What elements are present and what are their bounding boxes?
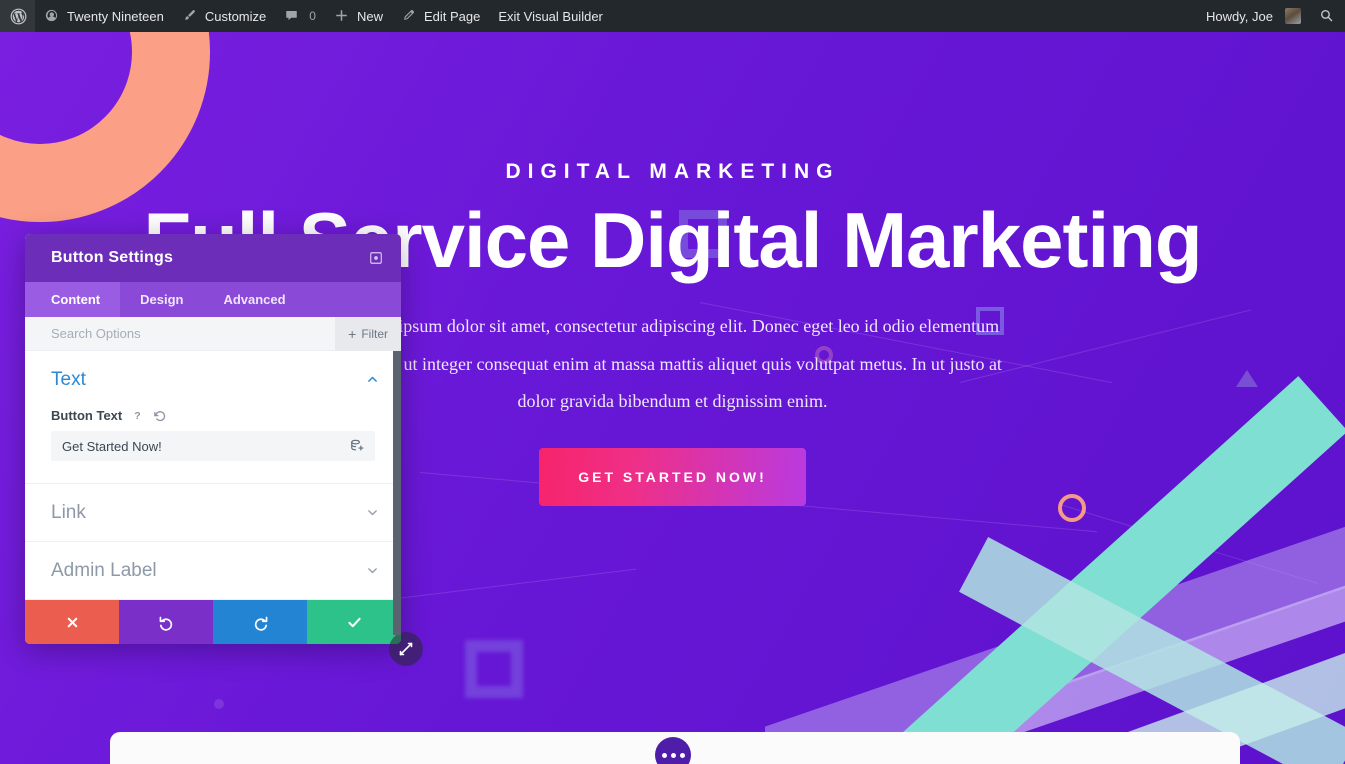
modal-search-row: + Filter (25, 316, 401, 351)
admin-bar-my-account[interactable]: Howdy, Joe (1197, 0, 1310, 32)
filter-button-label: Filter (361, 326, 388, 341)
section-link-title: Link (51, 501, 86, 523)
admin-bar-exit-visual-builder-label: Exit Visual Builder (498, 8, 603, 24)
dashboard-home-icon (44, 8, 61, 25)
dot-icon (670, 752, 676, 758)
svg-text:?: ? (135, 410, 141, 422)
admin-bar-comments-count: 0 (309, 9, 316, 23)
section-admin-label: Admin Label (25, 542, 401, 600)
section-admin-label-header[interactable]: Admin Label (25, 542, 401, 599)
admin-bar-site-name-label: Twenty Nineteen (67, 8, 164, 24)
redo-arrow-icon (252, 614, 269, 631)
wordpress-logo-icon (10, 8, 27, 25)
admin-bar-customize[interactable]: Customize (173, 0, 275, 32)
admin-bar-comments[interactable]: 0 (275, 0, 325, 32)
search-options-input[interactable] (51, 316, 336, 351)
tab-advanced[interactable]: Advanced (203, 282, 305, 317)
dot-icon (661, 752, 667, 758)
dot-decoration (214, 699, 224, 709)
comment-bubble-icon (284, 8, 301, 25)
modal-tabs: Content Design Advanced (25, 282, 401, 317)
modal-header-actions (365, 247, 387, 269)
focus-module-icon[interactable] (365, 247, 387, 269)
admin-bar-howdy-label: Howdy, Joe (1206, 8, 1273, 24)
modal-footer (25, 600, 401, 644)
tab-design[interactable]: Design (120, 282, 203, 317)
section-text-body: Button Text ? (25, 408, 401, 483)
hero-eyebrow: DIGITAL MARKETING (505, 160, 840, 183)
paintbrush-icon (182, 8, 199, 25)
chevron-up-icon (365, 373, 379, 387)
search-icon (1319, 8, 1336, 25)
admin-bar-exit-visual-builder[interactable]: Exit Visual Builder (489, 0, 612, 32)
chevron-down-icon (365, 564, 379, 578)
blurred-square-decoration (465, 640, 523, 698)
admin-bar-site-name[interactable]: Twenty Nineteen (35, 0, 173, 32)
button-settings-modal: Button Settings Content Design Advanced … (25, 234, 423, 666)
pencil-icon (401, 8, 418, 25)
filter-button[interactable]: + Filter (335, 316, 401, 351)
wp-admin-bar: Twenty Nineteen Customize 0 New Edit Pag… (0, 0, 1345, 32)
resize-handle-icon[interactable] (389, 632, 423, 666)
close-x-icon (65, 615, 80, 630)
undo-button[interactable] (119, 600, 213, 644)
admin-bar-customize-label: Customize (204, 8, 267, 24)
get-started-now-button[interactable]: GET STARTED NOW! (539, 447, 806, 506)
section-link: Link (25, 484, 401, 542)
reset-arrow-icon[interactable] (153, 409, 167, 423)
section-text-title: Text (51, 368, 86, 390)
undo-arrow-icon (158, 614, 175, 631)
button-text-input-wrap (51, 431, 375, 461)
checkmark-icon (346, 614, 363, 631)
redo-button[interactable] (213, 600, 307, 644)
question-mark-icon[interactable]: ? (131, 409, 144, 422)
section-admin-label-title: Admin Label (51, 559, 157, 581)
avatar (1285, 8, 1301, 24)
plus-icon (334, 8, 351, 25)
admin-bar-new[interactable]: New (325, 0, 392, 32)
button-text-field-label-row: Button Text ? (51, 408, 375, 423)
dynamic-content-icon[interactable] (348, 437, 366, 455)
section-link-header[interactable]: Link (25, 484, 401, 541)
modal-header[interactable]: Button Settings (25, 234, 401, 282)
section-text-header[interactable]: Text (25, 351, 401, 408)
discard-button[interactable] (25, 600, 119, 644)
plus-icon: + (348, 325, 357, 342)
page-canvas: DIGITAL MARKETING Full Service Digital M… (0, 32, 1345, 764)
modal-title: Button Settings (51, 249, 174, 266)
section-text: Text Button Text ? (25, 351, 401, 484)
admin-bar-edit-page-label: Edit Page (423, 8, 481, 24)
button-text-input[interactable] (51, 431, 375, 461)
dot-icon (679, 752, 685, 758)
modal-body: Text Button Text ? Get Started Now! Link… (25, 351, 401, 600)
admin-bar-wp-logo[interactable] (0, 0, 35, 32)
save-button[interactable] (307, 600, 401, 644)
chevron-down-icon (365, 506, 379, 520)
hero-description: Lorem ipsum dolor sit amet, consectetur … (343, 316, 1002, 412)
modal-scrollbar[interactable] (393, 351, 401, 635)
button-text-label: Button Text (51, 408, 123, 423)
admin-bar-right-group: Howdy, Joe (1197, 0, 1345, 32)
admin-bar-new-label: New (356, 8, 383, 24)
admin-bar-search[interactable] (1310, 0, 1345, 32)
admin-bar-edit-page[interactable]: Edit Page (392, 0, 489, 32)
tab-content[interactable]: Content (25, 282, 121, 317)
